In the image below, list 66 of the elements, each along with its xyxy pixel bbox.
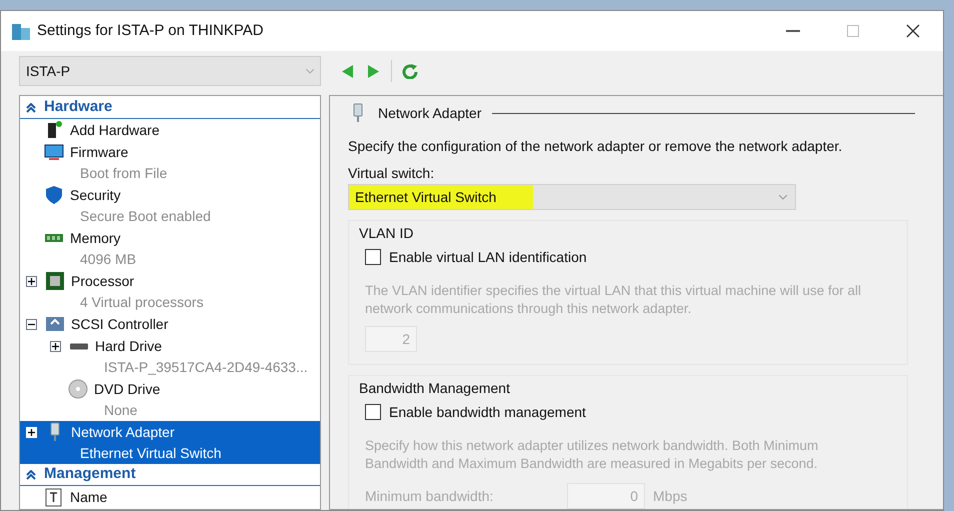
tree-item[interactable]: Processor 4 Virtual processors	[20, 270, 320, 313]
tree-item[interactable]: Name	[20, 486, 320, 508]
tree-item[interactable]: SCSI Controller	[20, 313, 320, 335]
item-name: Hard Drive	[95, 336, 162, 356]
item-name: SCSI Controller	[71, 314, 168, 334]
item-name: Network Adapter	[71, 422, 174, 442]
refresh-icon	[402, 63, 418, 79]
disc-icon	[68, 379, 88, 399]
item-detail: 4 Virtual processors	[79, 293, 204, 312]
section-header[interactable]: Management	[20, 464, 320, 486]
vlan-description: The VLAN identifier specifies the virtual LAN that this virtual machine will use for all network communications through this network adapter.	[364, 282, 862, 318]
tree-item[interactable]: Security Secure Boot enabled	[20, 184, 320, 227]
window-title: Settings for ISTA-P on THINKPAD	[37, 20, 264, 41]
tree-item[interactable]: DVD Drive None	[20, 378, 320, 421]
tree-item[interactable]: Network Adapter Ethernet Virtual Switch	[20, 421, 320, 464]
item-detail: Secure Boot enabled	[79, 207, 212, 226]
item-name: Processor	[71, 272, 134, 290]
tree-item[interactable]: Add Hardware	[20, 119, 320, 141]
item-name: Security	[70, 186, 121, 205]
minimum-bandwidth-label: Minimum bandwidth:	[365, 486, 494, 506]
collapse-chevrons-icon	[26, 102, 36, 112]
item-name: DVD Drive	[94, 380, 160, 398]
item-detail: None	[103, 401, 138, 420]
minimize-icon	[786, 30, 800, 32]
monitor-icon	[44, 142, 64, 162]
item-name: Name	[70, 488, 108, 506]
expand-box[interactable]	[50, 340, 61, 352]
checkbox-label: Enable virtual LAN identification	[389, 248, 587, 266]
vm-settings-icon	[11, 21, 31, 41]
expand-box[interactable]	[26, 276, 37, 286]
controller-card-icon	[45, 314, 65, 334]
processor-icon	[45, 271, 65, 291]
bandwidth-description: Specify how this network adapter utilizes network bandwidth. Both Minimum Bandwidth and Maximum Bandwidth are measured in Megabits per second.	[364, 437, 820, 473]
switch-label: Virtual switch:	[348, 164, 436, 183]
maximize-icon	[847, 25, 859, 37]
checkbox-label: Enable bandwidth management	[389, 402, 586, 422]
hard-drive-icon	[69, 342, 89, 350]
left-triangle-icon	[342, 64, 352, 78]
collapse-chevrons-icon	[26, 470, 36, 480]
right-triangle-icon	[368, 64, 378, 78]
item-detail: 4096 MB	[79, 250, 138, 269]
item-detail: ISTA-P_39517CA4-2D49-4633...	[103, 358, 309, 377]
group-title: Bandwidth Management	[358, 379, 511, 398]
collapse-box[interactable]	[26, 318, 37, 330]
vm-dropdown[interactable]: ISTA-P	[19, 56, 321, 86]
item-detail: Ethernet Virtual Switch	[79, 444, 222, 463]
item-detail: Boot from File	[79, 164, 168, 183]
item-name: Memory	[70, 228, 121, 248]
refresh-button[interactable]	[400, 61, 420, 81]
chevron-down-icon	[779, 194, 787, 200]
name-tag-icon	[44, 487, 64, 507]
virtual-switch-dropdown[interactable]: Ethernet Virtual Switch	[348, 184, 796, 210]
chevron-down-icon	[306, 68, 314, 74]
unit-label: Mbps	[653, 486, 688, 506]
close-icon	[906, 24, 920, 38]
shield-icon	[44, 185, 64, 205]
tree-item[interactable]: Firmware Boot from File	[20, 141, 320, 184]
item-name: Add Hardware	[70, 120, 160, 140]
switch-value: Ethernet Virtual Switch	[349, 185, 533, 209]
item-name: Firmware	[70, 142, 128, 162]
group-title: VLAN ID	[358, 224, 414, 243]
tree-item[interactable]: Hard Drive ISTA-P_39517CA4-2D49-4633...	[20, 335, 320, 378]
tree-item[interactable]: Memory 4096 MB	[20, 227, 320, 270]
section-header[interactable]: Hardware	[20, 97, 320, 119]
panel-title: Network Adapter	[378, 104, 482, 123]
panel-description: Specify the configuration of the network adapter or remove the network adapter.	[348, 137, 844, 156]
